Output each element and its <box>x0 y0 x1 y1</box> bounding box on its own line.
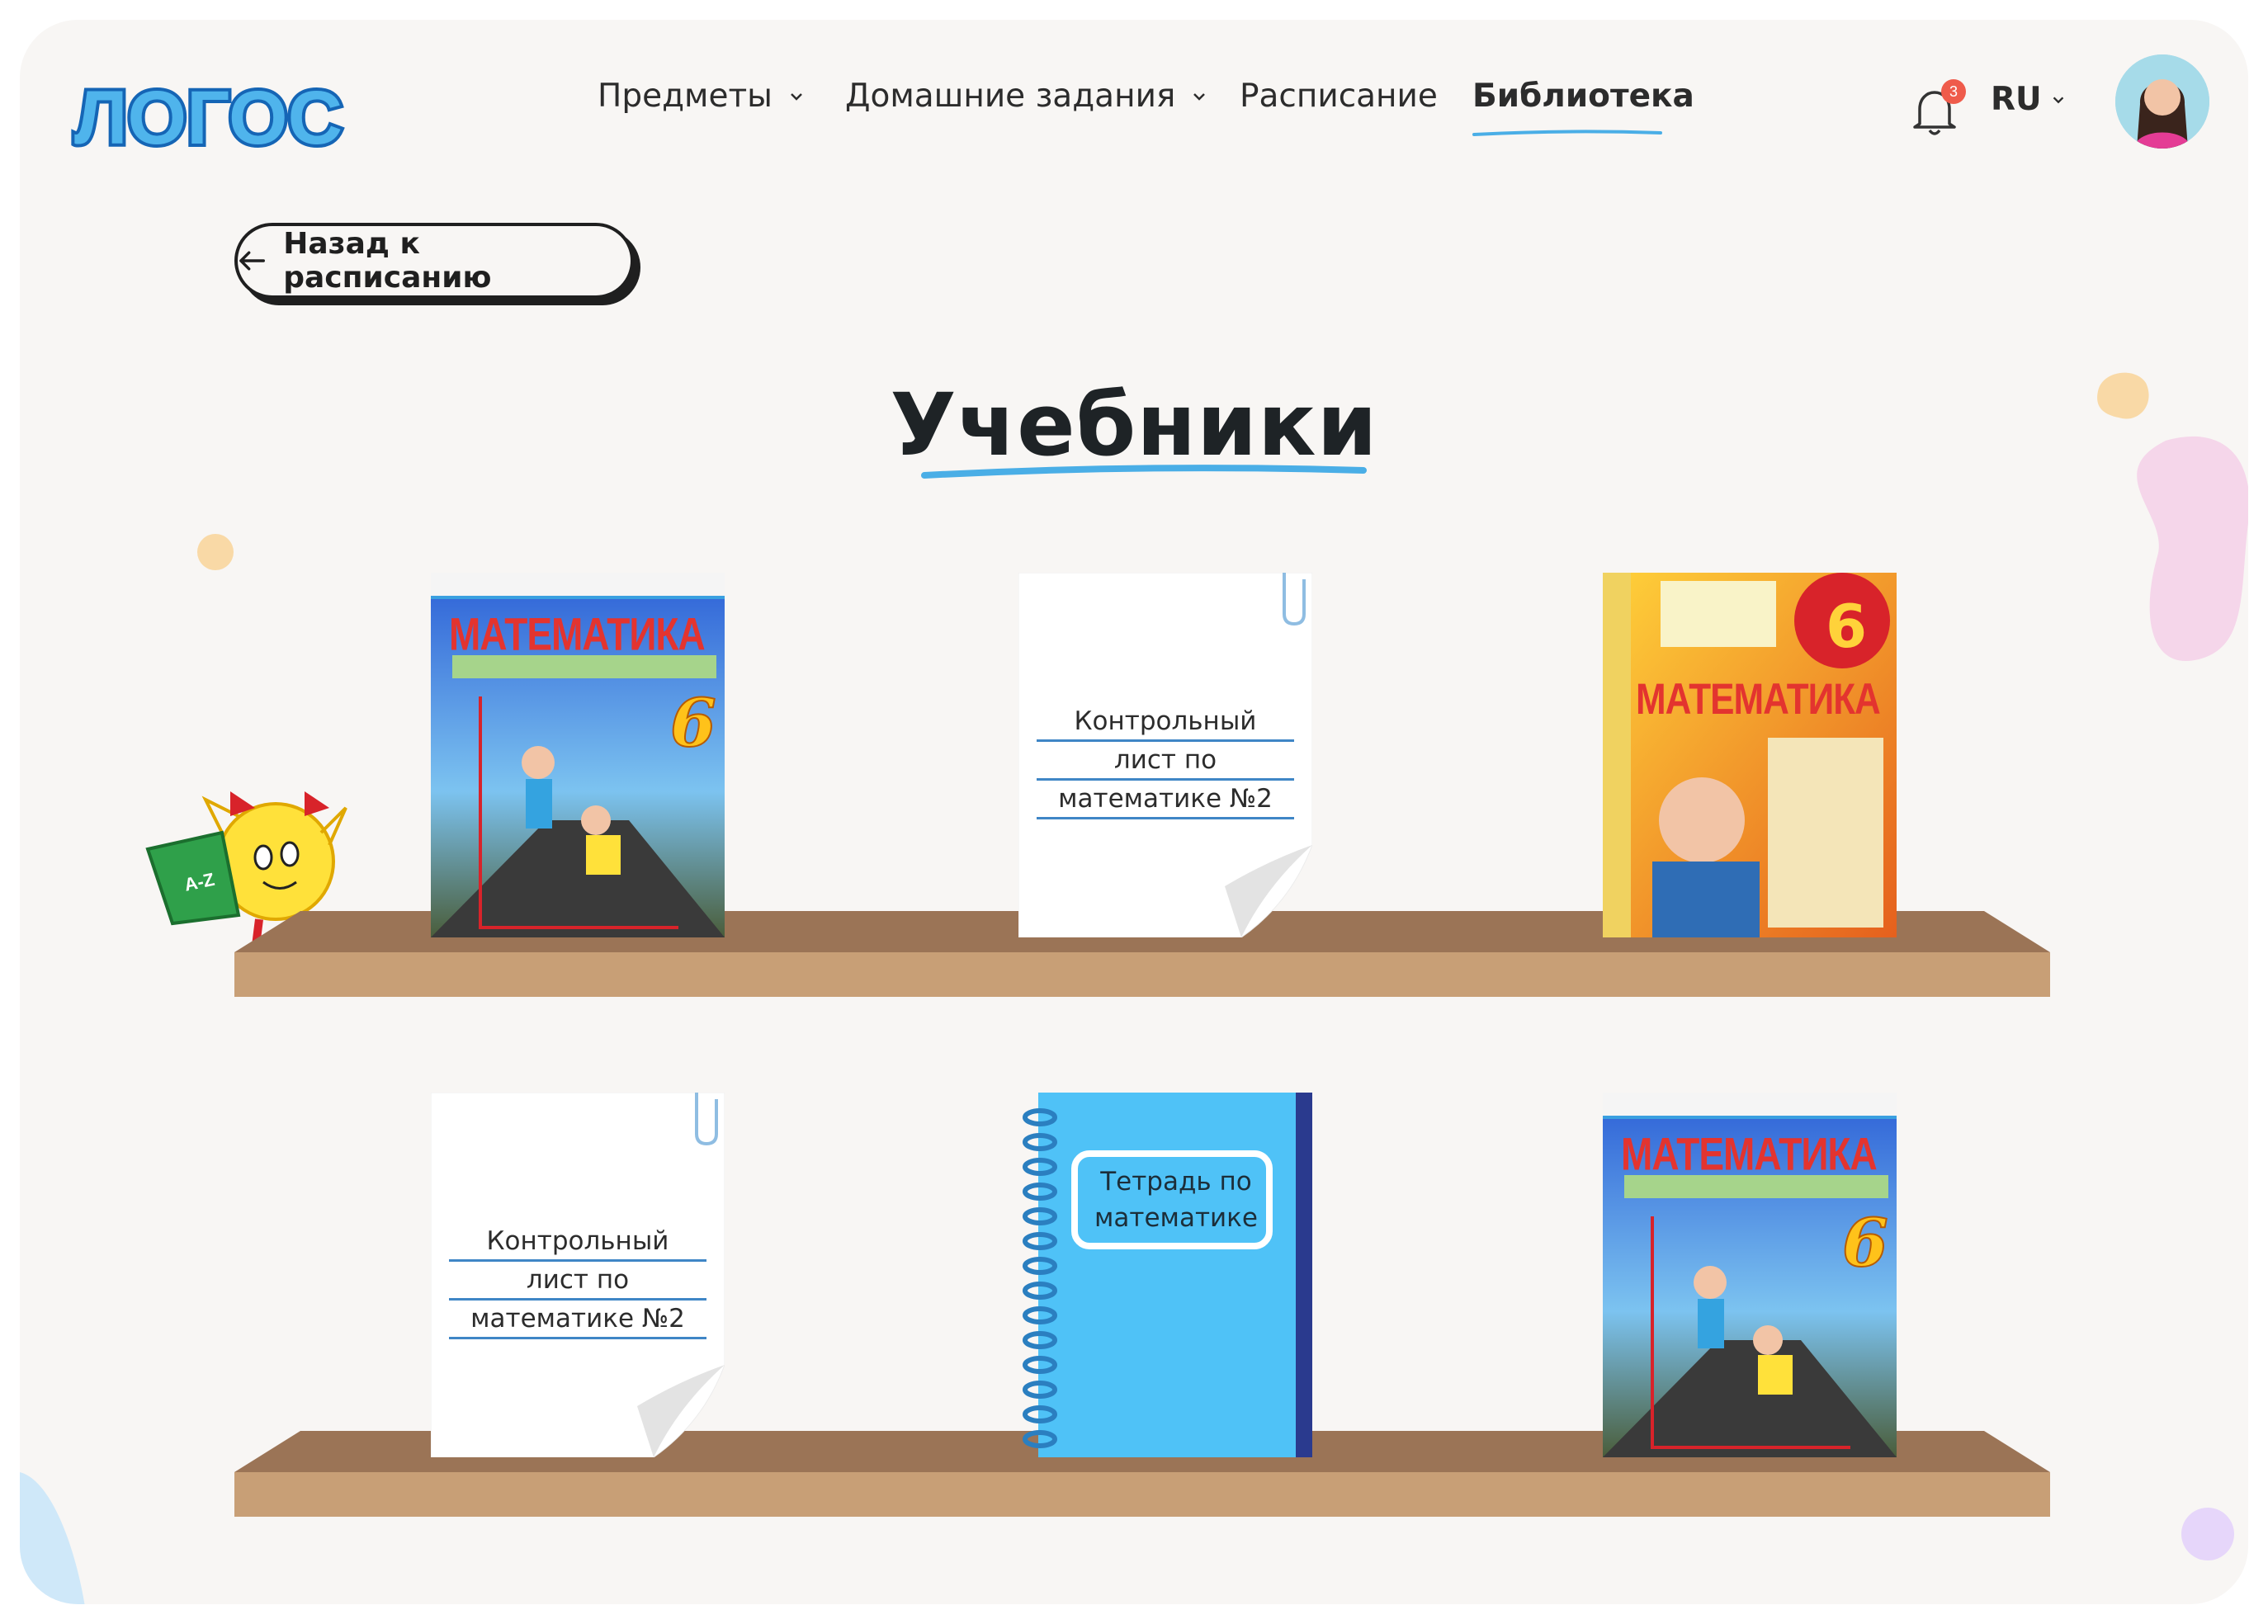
notebook-line: Тетрадь по <box>1100 1167 1252 1197</box>
worksheet-title: Контрольный лист по математике №2 <box>449 1223 706 1339</box>
decor-dot-peach <box>197 534 234 570</box>
nav-library[interactable]: Библиотека <box>1472 78 1694 136</box>
worksheet-line: лист по <box>449 1262 706 1301</box>
language-label: RU <box>1991 81 2042 118</box>
nav-library-label: Библиотека <box>1472 78 1694 115</box>
back-button-label: Назад к расписанию <box>283 227 492 295</box>
language-selector[interactable]: RU <box>1991 81 2067 118</box>
notebook-line: математике <box>1094 1203 1258 1233</box>
notebook-title: Тетрадь по математике <box>1083 1164 1269 1236</box>
book-cover-image: 6 <box>1603 573 1897 937</box>
nav-schedule-label: Расписание <box>1240 78 1438 115</box>
arrow-left-icon <box>239 251 265 271</box>
avatar[interactable] <box>2115 54 2209 149</box>
chevron-down-icon <box>1193 92 1206 101</box>
worksheet-line: лист по <box>1037 742 1294 781</box>
textbook-card[interactable]: 6 МАТЕМАТИКА <box>1603 1093 1897 1457</box>
nav-homework[interactable]: Домашние задания <box>845 78 1208 115</box>
chevron-down-icon <box>791 92 802 101</box>
book-title: МАТЕМАТИКА <box>449 608 706 660</box>
textbook-card[interactable]: 6 МАТЕМАТИКА <box>431 573 725 937</box>
svg-text:ЛОГОС: ЛОГОС <box>74 76 343 160</box>
textbook-card[interactable]: 6 МАТЕМАТИКА <box>1603 573 1897 937</box>
decor-blob-blue <box>20 1472 85 1604</box>
worksheet-card[interactable]: Контрольный лист по математике №2 <box>1018 573 1312 937</box>
worksheet-line: Контрольный <box>1037 703 1294 742</box>
user-avatar-image <box>2115 54 2209 149</box>
nav-subjects-label: Предметы <box>598 78 773 115</box>
chevron-down-icon <box>2053 96 2063 103</box>
worksheet-line: математике №2 <box>1037 781 1294 819</box>
notifications-button[interactable]: 3 <box>1902 78 1968 144</box>
book-title: МАТЕМАТИКА <box>1621 1128 1878 1180</box>
worksheet-title: Контрольный лист по математике №2 <box>1037 703 1294 819</box>
shelf-2: Контрольный лист по математике №2 Тетрад… <box>234 1068 2050 1530</box>
notebook-cover <box>1023 1093 1312 1457</box>
notifications-badge: 3 <box>1941 79 1966 104</box>
worksheet-line: Контрольный <box>449 1223 706 1262</box>
logo[interactable]: ЛОГОС <box>69 51 375 167</box>
shelf-1: 6 МАТЕМАТИКА Контрольный лист по математ… <box>234 548 2050 1010</box>
book-title: МАТЕМАТИКА <box>1636 675 1881 724</box>
svg-text:6: 6 <box>1842 1204 1888 1282</box>
app-frame: ЛОГОС Предметы Домашние задания Расписан… <box>20 20 2248 1604</box>
title-underline <box>921 465 1367 479</box>
active-underline <box>1472 130 1662 136</box>
back-to-schedule-button[interactable]: Назад к расписанию <box>234 223 634 299</box>
notebook-card[interactable]: Тетрадь по математике <box>1018 1093 1312 1457</box>
nav-homework-label: Домашние задания <box>845 78 1176 115</box>
worksheet-card[interactable]: Контрольный лист по математике №2 <box>431 1093 725 1457</box>
svg-text:6: 6 <box>670 684 716 762</box>
svg-text:6: 6 <box>1826 592 1867 661</box>
decor-dot-purple <box>2181 1508 2234 1560</box>
nav-subjects[interactable]: Предметы <box>598 78 806 115</box>
nav-schedule[interactable]: Расписание <box>1240 78 1438 115</box>
worksheet-line: математике №2 <box>449 1301 706 1339</box>
